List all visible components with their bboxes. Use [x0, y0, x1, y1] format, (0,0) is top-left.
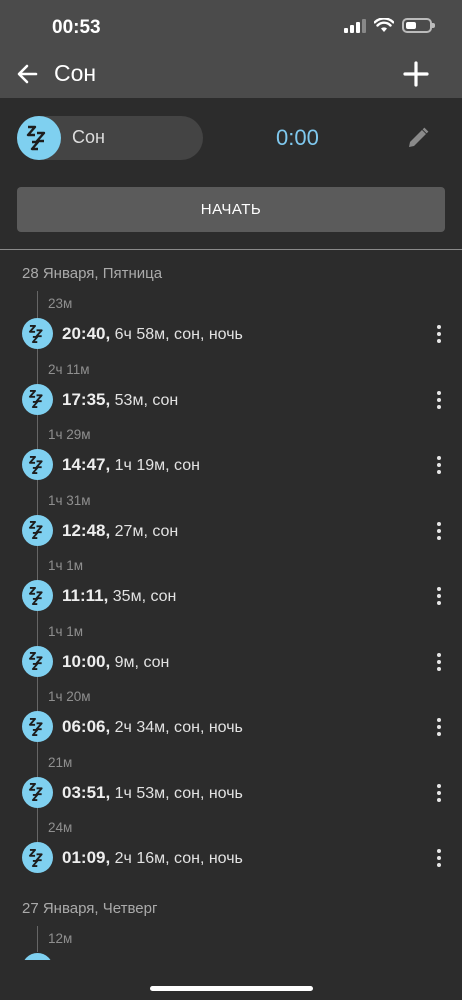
gap-duration: 1ч 20м — [48, 689, 91, 704]
entry-time: 10:00, — [62, 651, 111, 671]
activity-selector[interactable]: Сон — [17, 116, 203, 160]
entry-detail: 53м, сон — [114, 391, 179, 409]
list-item[interactable]: 03:51, 1ч 53м, сон, ночь — [22, 776, 452, 809]
timeline-line — [37, 291, 38, 861]
sleep-zzz-icon — [17, 116, 61, 160]
entry-text: 20:40, 6ч 58м, сон, ночь — [62, 324, 243, 344]
gap-duration: 21м — [48, 754, 73, 770]
top-bar: 00:53 Сон — [0, 0, 462, 98]
entry-detail: 2ч 34м, сон, ночь — [114, 719, 243, 736]
sleep-zzz-icon — [22, 580, 53, 611]
activity-label: Сон — [72, 127, 105, 147]
entry-time: 17:35, — [62, 389, 111, 409]
more-vertical-icon[interactable] — [429, 580, 449, 612]
divider — [0, 249, 462, 250]
page-title: Сон — [54, 60, 97, 86]
more-vertical-icon[interactable] — [429, 384, 449, 416]
entry-text: 11:11, 35м, сон — [62, 586, 176, 606]
gap-duration: 1ч 31м — [48, 492, 91, 508]
signal-icon — [344, 18, 366, 33]
entry-time: 14:47, — [62, 455, 111, 474]
list-item[interactable]: 20:40, 6ч 58м, сон, ночь — [22, 318, 452, 350]
gap-duration: 1ч 1м — [48, 558, 84, 573]
list-item[interactable]: 10:00, 9м, сон — [22, 645, 452, 678]
sleep-zzz-icon — [22, 842, 53, 873]
entry-time: 01:09, — [62, 848, 111, 867]
sleep-zzz-icon — [22, 383, 53, 415]
sleep-zzz-icon — [22, 318, 53, 349]
entry-detail: 1ч 53м, сон, ночь — [114, 784, 243, 802]
entry-text: 17:35, 53м, сон — [62, 390, 178, 410]
sleep-zzz-icon — [22, 776, 53, 808]
status-time: 00:53 — [52, 17, 101, 38]
entry-time: 11:11, — [62, 586, 109, 605]
list-item[interactable]: 06:06, 2ч 34м, сон, ночь — [22, 711, 452, 743]
entry-detail: 27м, сон — [114, 522, 179, 540]
more-vertical-icon[interactable] — [429, 515, 449, 547]
entry-text: 03:51, 1ч 53м, сон, ночь — [62, 783, 243, 803]
more-vertical-icon[interactable] — [429, 318, 449, 350]
more-vertical-icon[interactable] — [429, 646, 449, 678]
entry-text: 10:00, 9м, сон — [62, 652, 169, 672]
entry-detail: 1ч 19м, сон — [114, 457, 200, 474]
sleep-zzz-icon — [22, 711, 53, 742]
list-item[interactable]: 11:11, 35м, сон — [22, 580, 452, 612]
entry-time: 20:40, — [62, 324, 111, 343]
back-arrow-icon[interactable] — [14, 60, 42, 88]
day-header: 27 Января, Четверг — [22, 900, 158, 917]
entry-time: 06:06, — [62, 717, 111, 736]
sleep-zzz-icon — [22, 449, 53, 480]
list-item[interactable]: 14:47, 1ч 19м, сон — [22, 449, 452, 481]
status-icons — [344, 18, 435, 33]
entry-detail: 2ч 16м, сон, ночь — [114, 850, 243, 867]
list-item[interactable]: 17:35, 53м, сон — [22, 383, 452, 416]
battery-icon — [402, 18, 435, 33]
entry-text: 06:06, 2ч 34м, сон, ночь — [62, 717, 243, 737]
timeline-line — [37, 926, 38, 952]
timer: 0:00 — [276, 125, 319, 150]
entry-time: 03:51, — [62, 782, 111, 802]
sleep-zzz-icon — [22, 953, 53, 960]
entry-time: 12:48, — [62, 520, 111, 540]
list-item[interactable]: 12:48, 27м, сон — [22, 514, 452, 547]
gap-duration: 2ч 11м — [48, 361, 90, 377]
start-button[interactable]: НАЧАТЬ — [17, 187, 445, 232]
more-vertical-icon[interactable] — [429, 777, 449, 809]
gap-duration: 1ч 1м — [48, 623, 84, 639]
gap-duration: 24м — [48, 820, 73, 835]
entry-detail: 9м, сон — [114, 653, 170, 671]
more-vertical-icon[interactable] — [429, 449, 449, 481]
more-vertical-icon[interactable] — [429, 711, 449, 743]
entry-text: 01:09, 2ч 16м, сон, ночь — [62, 848, 243, 868]
pencil-icon[interactable] — [404, 124, 432, 152]
home-indicator — [150, 986, 313, 991]
gap-duration: 1ч 29м — [48, 427, 91, 442]
sleep-zzz-icon — [22, 645, 53, 677]
list-item[interactable]: 01:09, 2ч 16м, сон, ночь — [22, 842, 452, 874]
entry-detail: 35м, сон — [112, 588, 177, 605]
sleep-zzz-icon — [22, 514, 53, 546]
more-vertical-icon[interactable] — [429, 842, 449, 874]
entry-detail: 6ч 58м, сон, ночь — [114, 326, 243, 343]
gap-duration: 23м — [48, 296, 73, 311]
plus-icon[interactable] — [402, 60, 430, 88]
entry-text: 12:48, 27м, сон — [62, 521, 178, 541]
gap-duration: 12м — [48, 931, 73, 946]
day-header: 28 Января, Пятница — [22, 265, 163, 282]
wifi-icon — [374, 18, 394, 32]
entry-text: 14:47, 1ч 19м, сон — [62, 455, 200, 475]
